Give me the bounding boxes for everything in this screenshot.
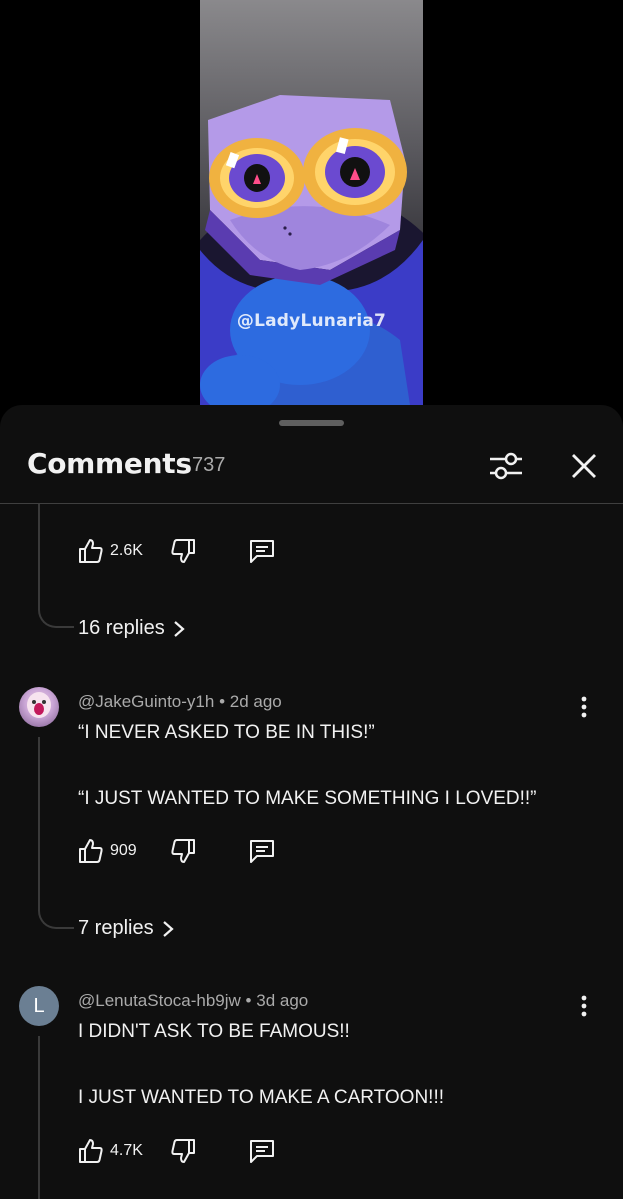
comment-text-partial: ... ... bbox=[78, 496, 121, 508]
author-handle[interactable]: @JakeGuinto-y1h bbox=[78, 692, 214, 711]
thumbs-up-icon bbox=[79, 1139, 103, 1163]
author-handle[interactable]: @LenutaStoca-hb9jw bbox=[78, 991, 241, 1010]
comment-line: “I JUST WANTED TO MAKE SOMETHING I LOVED… bbox=[78, 787, 537, 809]
comment-meta: @LenutaStoca-hb9jw • 3d ago bbox=[78, 991, 308, 1011]
kebab-menu-icon bbox=[581, 696, 587, 718]
dislike-button[interactable] bbox=[170, 833, 196, 869]
video-frame[interactable]: @LadyLunaria7 bbox=[200, 0, 423, 405]
replies-count: 7 replies bbox=[78, 917, 154, 939]
thumbs-down-icon bbox=[171, 839, 195, 863]
comments-panel: Comments 737 ... ... 2.6K 16 replies @Ja… bbox=[0, 405, 623, 1199]
comment-meta: @JakeGuinto-y1h • 2d ago bbox=[78, 692, 282, 712]
thread-line bbox=[38, 1036, 40, 1199]
video-artwork bbox=[200, 95, 423, 405]
dislike-button[interactable] bbox=[170, 533, 196, 569]
dislike-button[interactable] bbox=[170, 1133, 196, 1169]
reply-button[interactable] bbox=[248, 833, 276, 869]
like-button[interactable]: 909 bbox=[78, 838, 137, 864]
comment-count: 737 bbox=[192, 454, 226, 476]
avatar[interactable] bbox=[19, 687, 59, 727]
view-replies-link[interactable]: 7 replies bbox=[78, 917, 174, 940]
drag-handle[interactable] bbox=[279, 420, 344, 426]
like-button[interactable]: 2.6K bbox=[78, 538, 143, 564]
like-count: 2.6K bbox=[110, 542, 143, 559]
meta-separator: • bbox=[245, 991, 257, 1010]
replies-count: 16 replies bbox=[78, 617, 165, 639]
comment-line: “I NEVER ASKED TO BE IN THIS!” bbox=[78, 722, 375, 743]
thumbs-down-icon bbox=[171, 539, 195, 563]
reply-button[interactable] bbox=[248, 533, 276, 569]
comment-line: I JUST WANTED TO MAKE A CARTOON!!! bbox=[78, 1086, 445, 1108]
reply-icon bbox=[250, 1140, 274, 1163]
comment-actions: 909 bbox=[78, 833, 274, 869]
like-button[interactable]: 4.7K bbox=[78, 1138, 143, 1164]
comment-text: “I NEVER ASKED TO BE IN THIS!” “I JUST W… bbox=[78, 720, 578, 811]
panel-title: Comments bbox=[27, 447, 192, 480]
sort-filter-button[interactable] bbox=[486, 448, 526, 484]
thumbs-up-icon bbox=[79, 539, 103, 563]
reply-button[interactable] bbox=[248, 1133, 276, 1169]
kebab-menu-icon bbox=[581, 995, 587, 1017]
video-watermark: @LadyLunaria7 bbox=[236, 311, 387, 331]
chevron-right-icon bbox=[162, 920, 174, 937]
comment-actions: 2.6K bbox=[78, 533, 274, 569]
comment-line: I DIDN'T ASK TO BE FAMOUS!! bbox=[78, 1021, 350, 1042]
comment-actions: 4.7K bbox=[78, 1133, 274, 1169]
thumbs-up-icon bbox=[79, 839, 103, 863]
reply-icon bbox=[250, 540, 274, 563]
close-button[interactable] bbox=[566, 448, 602, 484]
view-replies-link[interactable]: 16 replies bbox=[78, 617, 185, 640]
thumbs-down-icon bbox=[171, 1139, 195, 1163]
comment-text: I DIDN'T ASK TO BE FAMOUS!! I JUST WANTE… bbox=[78, 1019, 578, 1110]
avatar[interactable]: L bbox=[19, 986, 59, 1026]
like-count: 4.7K bbox=[110, 1142, 143, 1159]
reply-icon bbox=[250, 840, 274, 863]
video-player[interactable]: @LadyLunaria7 bbox=[0, 0, 623, 405]
thread-line bbox=[38, 737, 40, 905]
comment-time: 2d ago bbox=[229, 692, 282, 711]
meta-separator: • bbox=[219, 692, 230, 711]
thread-line bbox=[38, 504, 40, 604]
avatar-image bbox=[27, 692, 51, 718]
thread-connector bbox=[38, 903, 74, 929]
comment-time: 3d ago bbox=[256, 991, 309, 1010]
chevron-right-icon bbox=[173, 620, 185, 637]
like-count: 909 bbox=[110, 842, 137, 859]
thread-connector bbox=[38, 602, 74, 628]
close-icon bbox=[572, 454, 596, 478]
sliders-icon bbox=[490, 452, 522, 480]
